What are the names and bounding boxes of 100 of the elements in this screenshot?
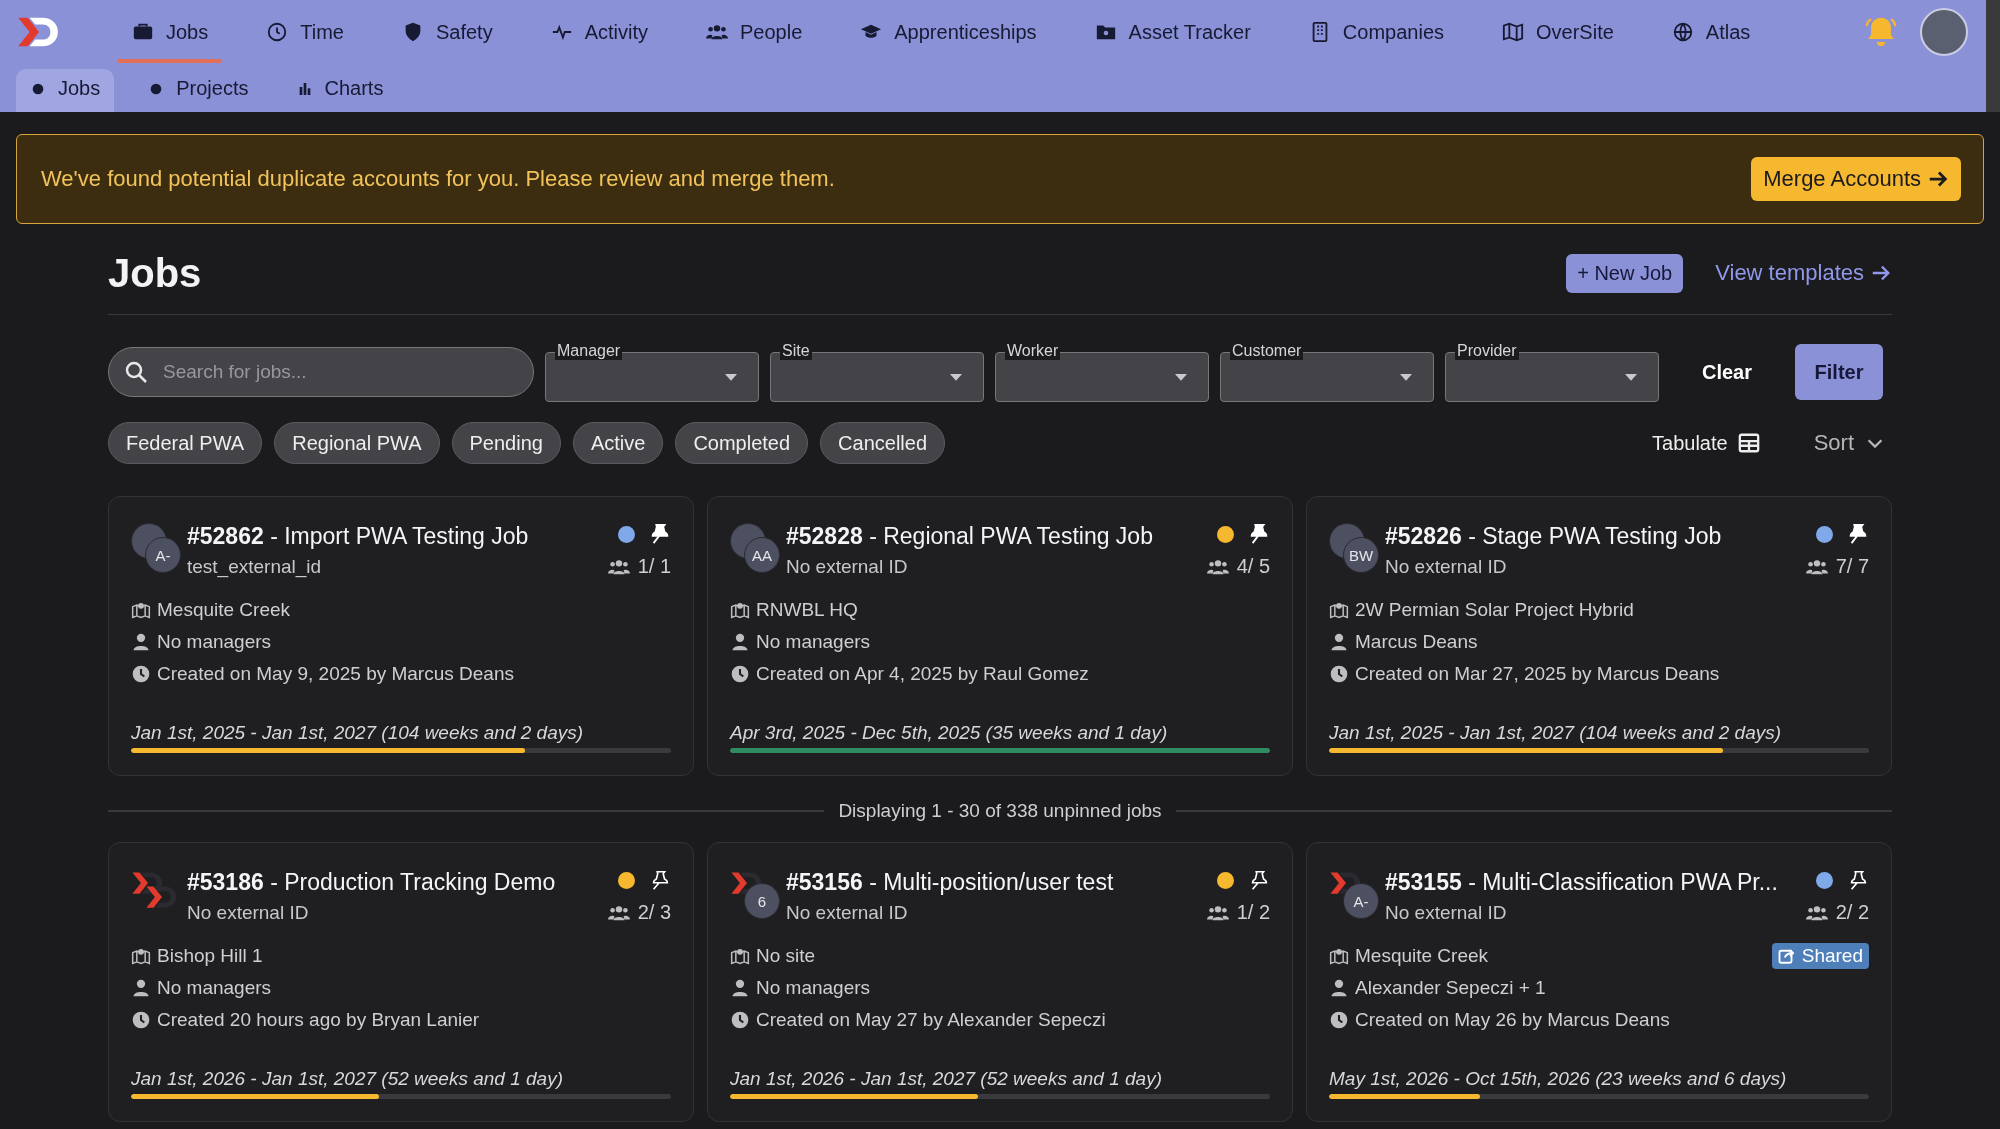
filter-chip[interactable]: Cancelled <box>820 422 946 464</box>
job-title[interactable]: #53156 - Multi-position/user test <box>786 869 1205 896</box>
created-info: Created on Apr 4, 2025 by Raul Gomez <box>756 663 1089 685</box>
job-card[interactable]: A- #52862 - Import PWA Testing Job test_external_id 1/ 1 Mesquite Creek No managers Created on May 9, 2025 by Marcus Deans Jan 1st, 2025 - Jan 1st, 2027 (104 weeks and 2 days) <box>108 496 694 776</box>
filter-chip[interactable]: Regional PWA <box>274 422 440 464</box>
external-id: No external ID <box>187 902 310 924</box>
job-title[interactable]: #52862 - Import PWA Testing Job <box>187 523 606 550</box>
job-title[interactable]: #53155 - Multi-Classification PWA Pr... <box>1385 869 1804 896</box>
map-pin-icon <box>1329 600 1349 620</box>
job-managers: No managers <box>756 977 871 999</box>
job-site: Bishop Hill 1 <box>157 945 263 967</box>
person-icon <box>131 632 151 652</box>
clock-icon <box>1329 664 1349 684</box>
clear-button[interactable]: Clear <box>1696 359 1759 385</box>
worker-count: 1/ 2 <box>1236 901 1270 924</box>
date-range: Jan 1st, 2026 - Jan 1st, 2027 (52 weeks and 1 day) <box>131 1068 564 1090</box>
job-managers: No managers <box>157 631 272 653</box>
filter-chip[interactable]: Completed <box>675 422 809 464</box>
nav-tab[interactable]: Companies <box>1294 1 1459 63</box>
globe-icon <box>1671 21 1694 43</box>
job-site: 2W Permian Solar Project Hybrid <box>1355 599 1634 621</box>
nav-tab[interactable]: People <box>692 1 817 63</box>
created-info: Created on May 9, 2025 by Marcus Deans <box>157 663 514 685</box>
job-managers: No managers <box>157 977 272 999</box>
nav-tab[interactable]: Apprenticeships <box>846 1 1051 63</box>
filter-chip[interactable]: Federal PWA <box>108 422 263 464</box>
map-pin-icon <box>1329 946 1349 966</box>
shared-badge: Shared <box>1771 943 1869 969</box>
clock-icon <box>1329 1010 1349 1030</box>
subnav-tab[interactable]: Charts <box>282 69 398 112</box>
pin-icon[interactable] <box>1248 523 1270 545</box>
table-icon <box>1737 432 1760 454</box>
initials-avatar: A- <box>1343 883 1379 919</box>
map-icon <box>1502 21 1525 43</box>
subnav-tab[interactable]: Jobs <box>16 69 115 112</box>
person-icon <box>730 632 750 652</box>
new-job-button[interactable]: + New Job <box>1566 253 1684 293</box>
nav-tab[interactable]: Time <box>252 1 358 63</box>
clock-icon <box>266 21 289 43</box>
worker-count: 7/ 7 <box>1835 555 1869 578</box>
person-icon <box>1329 632 1349 652</box>
merge-accounts-button[interactable]: Merge Accounts <box>1751 157 1961 201</box>
external-id: No external ID <box>1385 902 1508 924</box>
nav-tab[interactable]: Safety <box>387 1 507 63</box>
nav-tab[interactable]: Atlas <box>1657 1 1765 63</box>
sort-button[interactable]: Sort <box>1807 429 1892 457</box>
clock-icon <box>131 664 151 684</box>
job-title[interactable]: #53186 - Production Tracking Demo <box>187 869 606 896</box>
pagination-summary: Displaying 1 - 30 of 338 unpinned jobs <box>838 800 1162 822</box>
search-field[interactable]: Search for jobs... <box>108 347 534 397</box>
job-managers: No managers <box>756 631 871 653</box>
job-title[interactable]: #52826 - Stage PWA Testing Job <box>1385 523 1804 550</box>
worker-count: 1/ 1 <box>637 555 671 578</box>
nav-tab[interactable]: Activity <box>536 1 662 63</box>
job-title[interactable]: #52828 - Regional PWA Testing Job <box>786 523 1205 550</box>
map-pin-icon <box>131 946 151 966</box>
created-info: Created 20 hours ago by Bryan Lanier <box>157 1009 480 1031</box>
pin-icon[interactable] <box>1847 523 1869 545</box>
banner-message: We've found potential duplicate accounts for you. Please review and merge them. <box>41 166 836 192</box>
initials-avatar: A- <box>145 537 181 573</box>
initials-avatar: 6 <box>744 883 780 919</box>
date-range: Apr 3rd, 2025 - Dec 5th, 2025 (35 weeks and 1 day) <box>730 722 1169 744</box>
date-range: Jan 1st, 2025 - Jan 1st, 2027 (104 weeks and 2 days) <box>131 722 585 744</box>
person-icon <box>1329 978 1349 998</box>
job-card[interactable]: A- #53155 - Multi-Classification PWA Pr... No external ID 2/ 2 Mesquite Creek Shared Alexander Sepeczi + 1 Created on May 26 by Marcus Deans May 1st, 2026 - Oct 15th, 2026 (23 weeks and 6 days) <box>1306 842 1892 1122</box>
subnav-tab[interactable]: Projects <box>134 69 263 112</box>
view-templates-link[interactable]: View templates <box>1715 260 1892 286</box>
initials-avatar: AA <box>744 537 780 573</box>
date-range: May 1st, 2026 - Oct 15th, 2026 (23 weeks and 6 days) <box>1329 1068 1788 1090</box>
person-icon <box>131 978 151 998</box>
filter-button[interactable]: Filter <box>1795 344 1884 400</box>
external-id: No external ID <box>786 556 909 578</box>
clock-icon <box>131 1010 151 1030</box>
clock-icon <box>730 664 750 684</box>
nav-tab[interactable]: Jobs <box>118 1 223 63</box>
created-info: Created on May 26 by Marcus Deans <box>1355 1009 1670 1031</box>
job-site: No site <box>756 945 816 967</box>
job-site: Mesquite Creek <box>157 599 291 621</box>
tabulate-button[interactable]: Tabulate <box>1646 430 1766 456</box>
job-card[interactable]: #53186 - Production Tracking Demo No external ID 2/ 3 Bishop Hill 1 No managers Created 20 hours ago by Bryan Lanier Jan 1st, 2026 - Jan 1st, 2027 (52 weeks and 1 day) <box>108 842 694 1122</box>
share-icon <box>1777 947 1796 965</box>
filter-chip[interactable]: Active <box>572 422 664 464</box>
job-managers: Alexander Sepeczi + 1 <box>1355 977 1546 999</box>
date-range: Jan 1st, 2025 - Jan 1st, 2027 (104 weeks and 2 days) <box>1329 722 1783 744</box>
clock-icon <box>730 1010 750 1030</box>
date-range: Jan 1st, 2026 - Jan 1st, 2027 (52 weeks and 1 day) <box>730 1068 1163 1090</box>
logo-icon <box>145 883 179 911</box>
job-site: RNWBL HQ <box>756 599 858 621</box>
job-card[interactable]: AA #52828 - Regional PWA Testing Job No external ID 4/ 5 RNWBL HQ No managers Created on Apr 4, 2025 by Raul Gomez Apr 3rd, 2025 - Dec 5th, 2025 (35 weeks and 1 day) <box>707 496 1293 776</box>
nav-tab[interactable]: Asset Tracker <box>1080 1 1265 63</box>
page-title: Jobs <box>108 250 202 296</box>
job-card[interactable]: 6 #53156 - Multi-position/user test No external ID 1/ 2 No site No managers Created on May 27 by Alexander Sepeczi Jan 1st, 2026 - Jan 1st, 2027 (52 weeks and 1 day) <box>707 842 1293 1122</box>
job-card[interactable]: BW #52826 - Stage PWA Testing Job No external ID 7/ 7 2W Permian Solar Project Hybrid Marcus Deans Created on Mar 27, 2025 by Marcus Deans Jan 1st, 2025 - Jan 1st, 2027 (104 weeks and 2 days) <box>1306 496 1892 776</box>
nav-tab[interactable]: OverSite <box>1488 1 1628 63</box>
worker-count: 2/ 2 <box>1835 901 1869 924</box>
filter-chip[interactable]: Pending <box>451 422 561 464</box>
map-pin-icon <box>730 946 750 966</box>
pin-icon[interactable] <box>649 523 671 545</box>
map-pin-icon <box>131 600 151 620</box>
user-avatar[interactable] <box>1920 8 1968 56</box>
